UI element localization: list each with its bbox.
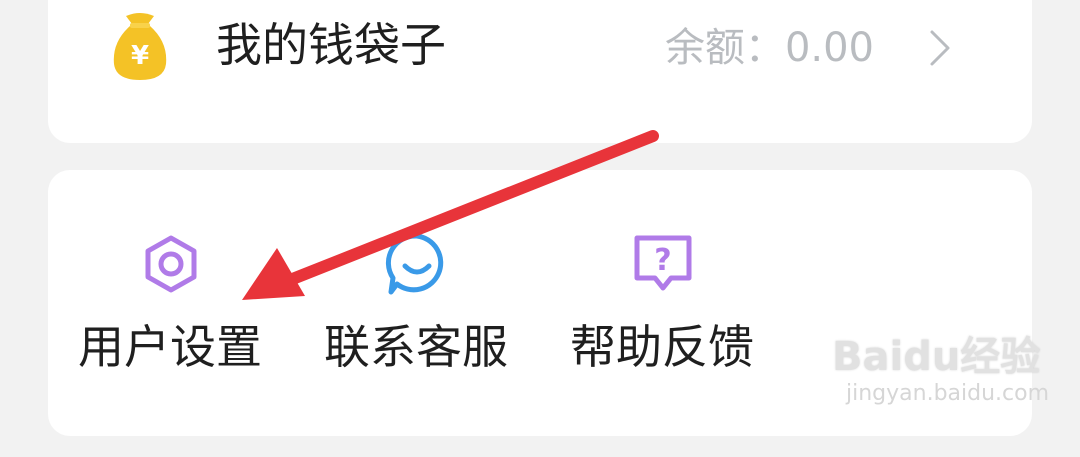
contact-support-label: 联系客服	[324, 320, 508, 374]
help-question-icon: ?	[631, 232, 695, 296]
my-wallet-row[interactable]: ¥ 我的钱袋子 余额：0.00	[48, 0, 1032, 100]
chat-bubble-icon	[385, 232, 449, 296]
help-feedback-button[interactable]: ? 帮助反馈	[540, 232, 786, 382]
money-bag-icon: ¥	[108, 12, 172, 84]
wallet-card: ¥ 我的钱袋子 余额：0.00	[48, 0, 1032, 143]
contact-support-button[interactable]: 联系客服	[294, 232, 540, 382]
balance-label: 余额：	[664, 25, 785, 71]
svg-text:¥: ¥	[131, 41, 149, 71]
wallet-title: 我的钱袋子	[216, 18, 446, 72]
help-feedback-label: 帮助反馈	[570, 320, 754, 374]
services-card: 用户设置 联系客服 ? 帮助反馈	[48, 170, 1032, 436]
balance-value: 0.00	[784, 25, 874, 71]
services-grid: 用户设置 联系客服 ? 帮助反馈	[48, 232, 786, 382]
user-settings-label: 用户设置	[78, 320, 262, 374]
wallet-balance: 余额：0.00	[665, 26, 874, 70]
chevron-right-icon	[928, 28, 952, 68]
settings-hexagon-icon	[139, 232, 203, 296]
user-settings-button[interactable]: 用户设置	[48, 232, 294, 382]
svg-text:?: ?	[654, 243, 671, 278]
